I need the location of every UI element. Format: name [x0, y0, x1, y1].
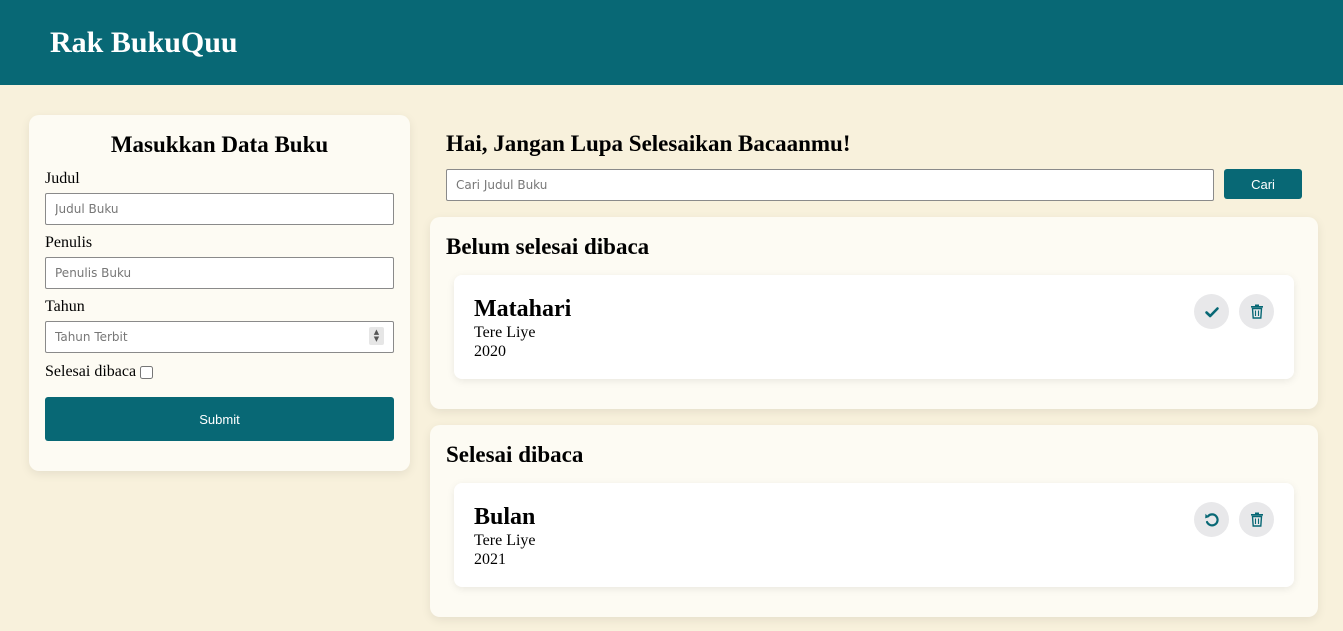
author-label: Penulis	[45, 234, 93, 251]
search-button[interactable]: Cari	[1224, 169, 1302, 199]
book-title: Matahari	[474, 296, 572, 322]
search-input[interactable]	[446, 169, 1214, 201]
form-heading: Masukkan Data Buku	[110, 132, 329, 157]
mark-unfinished-button[interactable]	[1194, 502, 1229, 537]
app-title: Rak BukuQuu	[50, 25, 238, 59]
year-spinner[interactable]: ▲ ▼	[369, 327, 384, 345]
book-item: Bulan Tere Liye 2021	[454, 483, 1294, 587]
unfinished-shelf-heading: Belum selesai dibaca	[446, 234, 650, 259]
spinner-down-icon[interactable]: ▼	[374, 336, 379, 343]
title-input[interactable]	[45, 193, 394, 225]
check-icon	[1204, 306, 1219, 317]
book-year: 2020	[474, 343, 506, 360]
unfinished-shelf: Belum selesai dibaca Matahari Tere Liye …	[430, 217, 1318, 409]
trash-icon	[1250, 512, 1263, 527]
book-title: Bulan	[474, 504, 536, 530]
add-book-form: Masukkan Data Buku Judul Penulis Tahun ▲…	[29, 115, 410, 471]
greeting-heading: Hai, Jangan Lupa Selesaikan Bacaanmu!	[446, 131, 851, 156]
complete-checkbox[interactable]	[140, 365, 154, 379]
book-item: Matahari Tere Liye 2020	[454, 275, 1294, 379]
book-author: Tere Liye	[474, 532, 536, 549]
delete-book-button[interactable]	[1239, 294, 1274, 329]
undo-icon	[1204, 512, 1219, 526]
finished-shelf-heading: Selesai dibaca	[446, 442, 584, 467]
year-label: Tahun	[45, 298, 85, 315]
mark-finished-button[interactable]	[1194, 294, 1229, 329]
complete-label: Selesai dibaca	[45, 363, 137, 380]
book-author: Tere Liye	[474, 324, 536, 341]
app-header: Rak BukuQuu	[0, 0, 1343, 85]
title-label: Judul	[45, 170, 80, 187]
delete-book-button[interactable]	[1239, 502, 1274, 537]
trash-icon	[1250, 304, 1263, 319]
year-input[interactable]	[45, 321, 394, 353]
author-input[interactable]	[45, 257, 394, 289]
book-year: 2021	[474, 551, 506, 568]
submit-button[interactable]: Submit	[45, 397, 394, 441]
complete-checkbox-row: Selesai dibaca	[45, 363, 394, 381]
year-field-wrapper: ▲ ▼	[45, 317, 394, 353]
finished-shelf: Selesai dibaca Bulan Tere Liye 2021	[430, 425, 1318, 617]
